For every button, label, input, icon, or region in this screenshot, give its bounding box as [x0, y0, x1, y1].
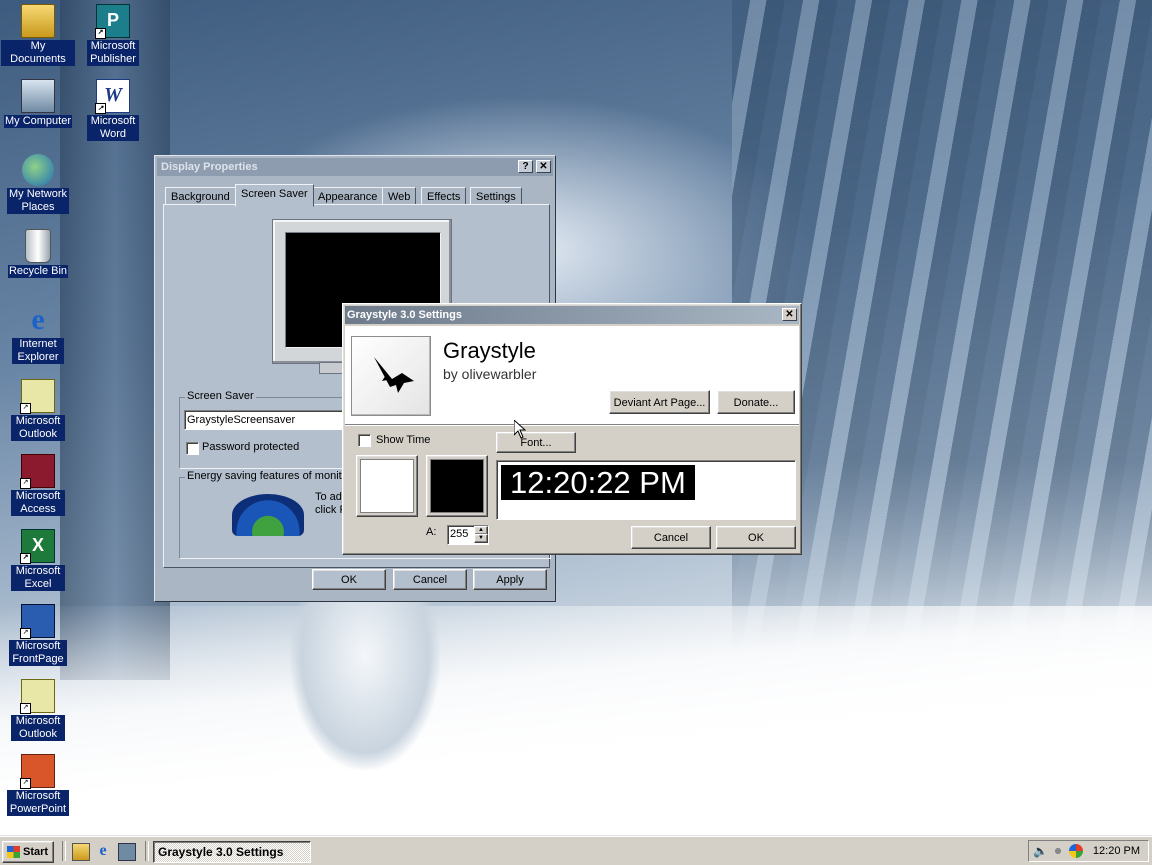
outlook-icon: ↗: [20, 379, 55, 414]
password-protected-label: Password protected: [202, 441, 300, 453]
app-author: by olivewarbler: [443, 366, 537, 382]
bird-icon: [374, 357, 414, 393]
font-button[interactable]: Font...: [496, 432, 576, 453]
desktop-icon-internet-explorer[interactable]: e Internet Explorer: [1, 304, 75, 364]
alpha-label: A:: [426, 526, 437, 538]
graystyle-header: Graystyle by olivewarbler Deviant Art Pa…: [345, 326, 799, 425]
wallpaper-snow-tree: [290, 580, 440, 770]
swatch-fill-black: [430, 459, 484, 513]
cancel-button[interactable]: Cancel: [631, 526, 711, 549]
my-computer-icon: [21, 79, 55, 113]
show-time-checkbox[interactable]: [358, 434, 371, 447]
access-icon: ↗: [20, 454, 55, 489]
frontpage-icon: ↗: [20, 604, 55, 639]
spin-down-icon[interactable]: ▼: [474, 534, 488, 543]
foreground-color-swatch[interactable]: [356, 455, 418, 517]
network-places-icon: [22, 154, 54, 186]
desktop-icon-frontpage[interactable]: ↗ Microsoft FrontPage: [1, 604, 75, 666]
background-color-swatch[interactable]: [426, 455, 488, 517]
apply-button[interactable]: Apply: [473, 569, 547, 590]
ok-button[interactable]: OK: [716, 526, 796, 549]
recycle-bin-icon: [25, 229, 51, 263]
donate-button[interactable]: Donate...: [717, 390, 795, 414]
excel-icon: X ↗: [20, 529, 55, 564]
help-button[interactable]: ?: [518, 160, 533, 173]
display-properties-titlebar[interactable]: Display Properties ? ✕: [157, 158, 553, 176]
desktop-icon-my-computer[interactable]: My Computer: [1, 79, 75, 128]
graystyle-settings-window[interactable]: Graystyle 3.0 Settings ✕ Graystyle by ol…: [342, 303, 802, 555]
publisher-icon: P ↗: [95, 4, 130, 39]
password-protected-checkbox[interactable]: [186, 442, 199, 455]
outlook-express-icon[interactable]: [118, 843, 136, 861]
window-title: Graystyle 3.0 Settings: [347, 309, 462, 321]
desktop-icon-powerpoint[interactable]: ↗ Microsoft PowerPoint: [1, 754, 75, 816]
deviant-art-button[interactable]: Deviant Art Page...: [609, 390, 710, 414]
preview-time: 12:20:22 PM: [501, 465, 695, 500]
windows-logo-icon: [7, 846, 20, 858]
taskbar-divider: [62, 841, 66, 861]
clock-preview: 12:20:22 PM: [496, 460, 796, 520]
show-time-label: Show Time: [376, 434, 431, 446]
desktop-icon-publisher[interactable]: P ↗ Microsoft Publisher: [76, 4, 150, 66]
ok-button[interactable]: OK: [312, 569, 386, 590]
taskbar-item-graystyle[interactable]: Graystyle 3.0 Settings: [153, 841, 311, 863]
volume-icon[interactable]: 🔈: [1033, 844, 1048, 858]
energy-star-logo: [232, 494, 304, 536]
wallpaper-snow: [0, 606, 1152, 836]
desktop-icon-outlook-2[interactable]: ↗ Microsoft Outlook: [1, 679, 75, 741]
cancel-button[interactable]: Cancel: [393, 569, 467, 590]
my-documents-icon: [21, 4, 55, 38]
taskbar-divider: [145, 841, 149, 861]
alpha-spinner[interactable]: 255 ▲ ▼: [447, 525, 489, 545]
window-title: Display Properties: [161, 161, 258, 173]
app-name: Graystyle: [443, 338, 536, 363]
graystyle-titlebar[interactable]: Graystyle 3.0 Settings ✕: [345, 306, 799, 324]
system-tray: 🔈 12:20 PM: [1028, 840, 1149, 862]
taskbar: Start e Graystyle 3.0 Settings 🔈 12:20 P…: [0, 836, 1152, 865]
desktop-icon-network-places[interactable]: My Network Places: [1, 154, 75, 214]
desktop-icon-recycle-bin[interactable]: Recycle Bin: [1, 229, 75, 278]
desktop-icon-access[interactable]: ↗ Microsoft Access: [1, 454, 75, 516]
internet-explorer-icon: e: [31, 303, 45, 336]
start-button[interactable]: Start: [2, 841, 54, 863]
desktop-icon-outlook[interactable]: ↗ Microsoft Outlook: [1, 379, 75, 441]
tab-screen-saver[interactable]: Screen Saver: [235, 184, 314, 207]
swatch-fill-white: [360, 459, 414, 513]
internet-explorer-icon[interactable]: e: [95, 843, 111, 859]
desktop-icon-excel[interactable]: X ↗ Microsoft Excel: [1, 529, 75, 591]
windows-update-icon[interactable]: [1069, 844, 1083, 858]
bird-logo-icon: [351, 336, 431, 416]
desktop-icon-my-documents[interactable]: My Documents: [1, 4, 75, 66]
show-desktop-icon[interactable]: [72, 843, 90, 861]
close-icon[interactable]: ✕: [782, 308, 797, 321]
separator: [345, 425, 799, 426]
alpha-value[interactable]: 255: [450, 528, 468, 540]
settings-tray-icon[interactable]: [1051, 844, 1065, 858]
close-icon[interactable]: ✕: [536, 160, 551, 173]
word-icon: W ↗: [95, 79, 130, 114]
powerpoint-icon: ↗: [20, 754, 55, 789]
mouse-cursor-icon: [514, 420, 526, 439]
screen-saver-select[interactable]: GraystyleScreensaver: [184, 410, 343, 430]
desktop-icon-word[interactable]: W ↗ Microsoft Word: [76, 79, 150, 141]
tray-clock[interactable]: 12:20 PM: [1093, 841, 1140, 861]
outlook-icon: ↗: [20, 679, 55, 714]
